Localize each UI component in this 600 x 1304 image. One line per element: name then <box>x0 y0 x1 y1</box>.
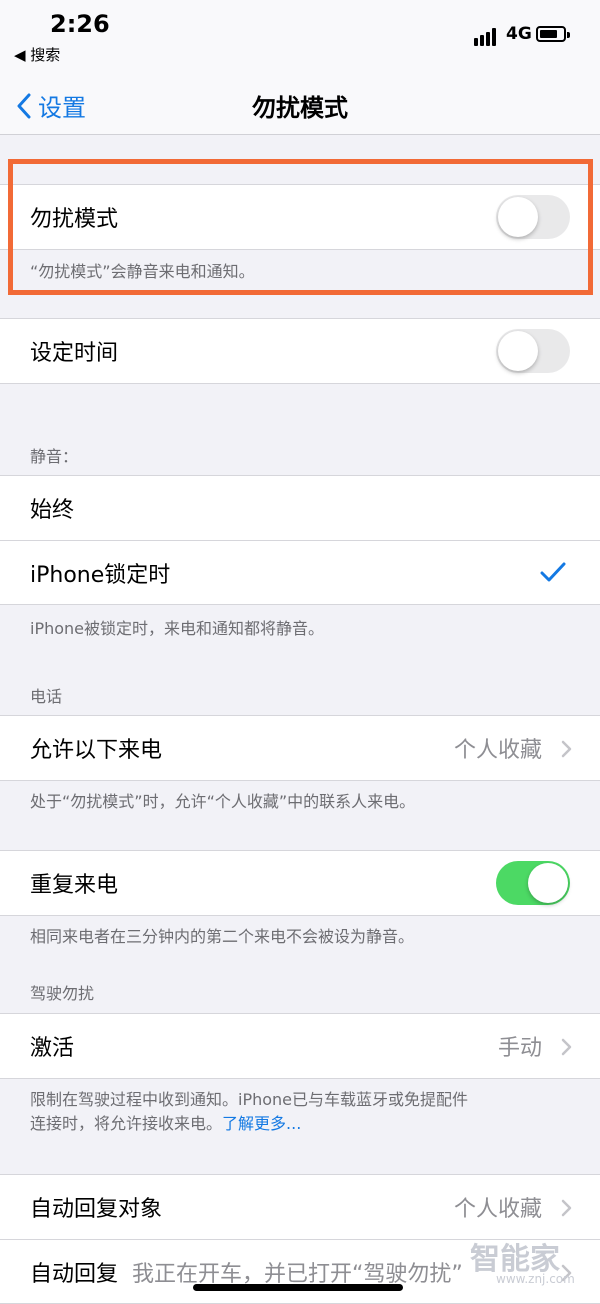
repeated-group: 重复来电 <box>0 850 600 916</box>
auto-reply-to-label: 自动回复对象 <box>30 1197 163 1222</box>
activate-row[interactable]: 激活 手动 <box>0 1014 600 1078</box>
watermark-url: www.znj.com <box>496 1272 575 1286</box>
auto-reply-label: 自动回复 <box>30 1261 119 1287</box>
navigation-bar: 设置 勿扰模式 <box>0 80 600 135</box>
chevron-right-icon <box>561 1199 572 1217</box>
watermark: 智能家 www.znj.com <box>470 1234 575 1286</box>
back-to-search-link[interactable]: ◀ 搜索 <box>14 44 60 65</box>
cellular-signal-icon <box>474 26 496 46</box>
phone-group: 允许以下来电 个人收藏 <box>0 715 600 781</box>
silence-option-always[interactable]: 始终 <box>0 476 600 540</box>
allow-calls-value: 个人收藏 <box>453 738 542 763</box>
scheduled-toggle[interactable] <box>496 329 570 373</box>
repeated-row: 重复来电 <box>0 851 600 915</box>
auto-reply-to-row[interactable]: 自动回复对象 个人收藏 <box>0 1175 600 1239</box>
page-title: 勿扰模式 <box>252 94 348 122</box>
status-bar: 2:26 ◀ 搜索 4G <box>0 0 600 80</box>
repeated-toggle[interactable] <box>496 861 570 905</box>
activate-value: 手动 <box>497 1036 542 1061</box>
silence-option-label: 始终 <box>30 498 75 523</box>
silence-option-locked[interactable]: iPhone锁定时 <box>0 540 600 604</box>
phone-footnote: 处于“勿扰模式”时，允许“个人收藏”中的联系人来电。 <box>30 792 416 811</box>
driving-footnote-line2: 连接时，将允许接收来电。 <box>30 1114 223 1133</box>
chevron-right-icon <box>561 740 572 758</box>
driving-footnote: 限制在驾驶过程中收到通知。iPhone已与车载蓝牙或免提配件 连接时，将允许接收… <box>30 1088 570 1136</box>
highlight-frame <box>8 159 593 295</box>
scheduled-row: 设定时间 <box>0 319 600 383</box>
driving-group: 激活 手动 <box>0 1013 600 1079</box>
silence-group: 始终 iPhone锁定时 <box>0 475 600 605</box>
checkmark-icon <box>540 562 566 582</box>
silence-footnote: iPhone被锁定时，来电和通知都将静音。 <box>30 619 325 638</box>
phone-header: 电话 <box>30 687 63 706</box>
repeated-label: 重复来电 <box>30 873 119 898</box>
silence-option-label: iPhone锁定时 <box>30 562 171 588</box>
learn-more-link[interactable]: 了解更多... <box>222 1114 301 1133</box>
battery-icon <box>536 26 570 42</box>
home-indicator <box>193 1284 403 1291</box>
allow-calls-row[interactable]: 允许以下来电 个人收藏 <box>0 716 600 780</box>
chevron-right-icon <box>561 1038 572 1056</box>
silence-header: 静音： <box>30 447 79 466</box>
repeated-footnote: 相同来电者在三分钟内的第二个来电不会被设为静音。 <box>30 927 415 946</box>
scheduled-label: 设定时间 <box>30 341 119 366</box>
scheduled-group: 设定时间 <box>0 318 600 384</box>
network-type: 4G <box>506 24 532 44</box>
auto-reply-to-value: 个人收藏 <box>453 1197 542 1222</box>
activate-label: 激活 <box>30 1036 75 1061</box>
driving-footnote-line1: 限制在驾驶过程中收到通知。iPhone已与车载蓝牙或免提配件 <box>30 1090 469 1109</box>
status-time: 2:26 <box>50 10 110 38</box>
allow-calls-label: 允许以下来电 <box>30 738 163 763</box>
driving-header: 驾驶勿扰 <box>30 984 95 1003</box>
